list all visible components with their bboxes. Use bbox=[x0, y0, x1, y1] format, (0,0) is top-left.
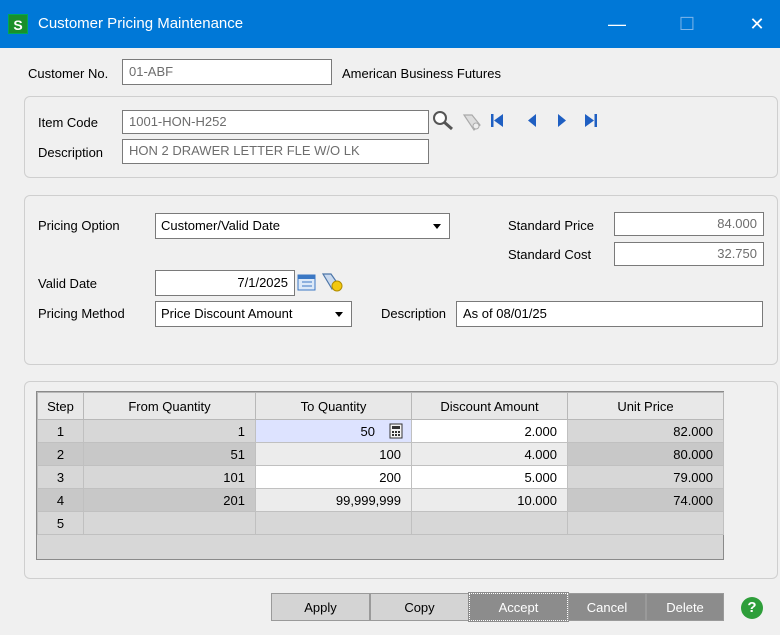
pricing-option-label: Pricing Option bbox=[38, 218, 120, 233]
table-row[interactable]: 3 101 200 5.000 79.000 bbox=[37, 465, 724, 489]
calendar-icon[interactable] bbox=[297, 272, 317, 292]
title-bar: S Customer Pricing Maintenance — ☐ ✕ bbox=[0, 0, 780, 48]
step-cell: 1 bbox=[37, 419, 84, 443]
valid-date-field[interactable]: 7/1/2025 bbox=[155, 270, 295, 296]
table-row[interactable]: 4 201 99,999,999 10.000 74.000 bbox=[37, 488, 724, 512]
lookup-alternate-icon[interactable] bbox=[460, 110, 484, 132]
to-quantity-value: 50 bbox=[360, 423, 375, 439]
step-cell: 3 bbox=[37, 465, 84, 489]
item-code-label: Item Code bbox=[38, 115, 98, 130]
unit-price-cell: 74.000 bbox=[567, 488, 724, 512]
discount-amount-cell[interactable]: 4.000 bbox=[411, 442, 568, 466]
pricing-description-field[interactable]: As of 08/01/25 bbox=[456, 301, 763, 327]
from-quantity-cell[interactable]: 201 bbox=[83, 488, 256, 512]
minimize-button[interactable]: — bbox=[594, 0, 640, 48]
unit-price-cell: 80.000 bbox=[567, 442, 724, 466]
window-title: Customer Pricing Maintenance bbox=[38, 15, 244, 32]
standard-price-field[interactable]: 84.000 bbox=[614, 212, 764, 236]
table-row[interactable]: 2 51 100 4.000 80.000 bbox=[37, 442, 724, 466]
column-header-from-quantity[interactable]: From Quantity bbox=[83, 392, 256, 420]
step-cell: 5 bbox=[37, 511, 84, 535]
discount-amount-cell[interactable]: 2.000 bbox=[411, 419, 568, 443]
column-header-discount-amount[interactable]: Discount Amount bbox=[411, 392, 568, 420]
pricing-method-value: Price Discount Amount bbox=[161, 306, 293, 321]
to-quantity-cell[interactable]: 99,999,999 bbox=[255, 488, 412, 512]
pricing-description-label: Description bbox=[381, 306, 447, 321]
unit-price-cell: 82.000 bbox=[567, 419, 724, 443]
last-record-icon[interactable] bbox=[584, 113, 598, 129]
from-quantity-cell[interactable]: 51 bbox=[83, 442, 256, 466]
to-quantity-cell[interactable]: 200 bbox=[255, 465, 412, 489]
cancel-button[interactable]: Cancel bbox=[568, 593, 646, 621]
pricing-option-dropdown[interactable]: Customer/Valid Date bbox=[155, 213, 450, 239]
apply-button[interactable]: Apply bbox=[271, 593, 370, 621]
table-row[interactable]: 5 bbox=[37, 511, 724, 535]
discount-amount-cell[interactable]: 10.000 bbox=[411, 488, 568, 512]
pricing-method-dropdown[interactable]: Price Discount Amount bbox=[155, 301, 352, 327]
pricing-grid: Step From Quantity To Quantity Discount … bbox=[37, 392, 724, 535]
step-cell: 4 bbox=[37, 488, 84, 512]
from-quantity-cell[interactable]: 1 bbox=[83, 419, 256, 443]
column-header-to-quantity[interactable]: To Quantity bbox=[255, 392, 412, 420]
item-description-label: Description bbox=[38, 145, 104, 160]
close-button[interactable]: ✕ bbox=[734, 0, 780, 48]
customer-no-field[interactable]: 01-ABF bbox=[122, 59, 332, 85]
pricing-method-label: Pricing Method bbox=[38, 306, 125, 321]
customer-name: American Business Futures bbox=[342, 66, 501, 81]
discount-amount-cell[interactable] bbox=[411, 511, 568, 535]
standard-cost-label: Standard Cost bbox=[508, 247, 592, 262]
lookup-search-icon[interactable] bbox=[432, 110, 456, 132]
pricing-option-value: Customer/Valid Date bbox=[161, 218, 280, 233]
column-header-unit-price[interactable]: Unit Price bbox=[567, 392, 724, 420]
customer-no-label: Customer No. bbox=[28, 66, 109, 81]
calculator-icon[interactable] bbox=[389, 423, 403, 439]
standard-price-label: Standard Price bbox=[508, 218, 594, 233]
next-record-icon[interactable] bbox=[556, 113, 568, 129]
chevron-down-icon bbox=[335, 312, 343, 317]
maximize-button[interactable]: ☐ bbox=[664, 0, 710, 48]
unit-price-cell: 79.000 bbox=[567, 465, 724, 489]
from-quantity-cell[interactable] bbox=[83, 511, 256, 535]
to-quantity-cell[interactable]: 100 bbox=[255, 442, 412, 466]
item-code-field[interactable]: 1001-HON-H252 bbox=[122, 110, 429, 134]
to-quantity-cell[interactable] bbox=[255, 511, 412, 535]
item-description-field[interactable]: HON 2 DRAWER LETTER FLE W/O LK bbox=[122, 139, 429, 164]
help-icon[interactable]: ? bbox=[741, 597, 763, 619]
accept-button[interactable]: Accept bbox=[468, 592, 569, 622]
from-quantity-cell[interactable]: 101 bbox=[83, 465, 256, 489]
valid-date-label: Valid Date bbox=[38, 276, 98, 291]
app-icon: S bbox=[8, 14, 28, 34]
previous-record-icon[interactable] bbox=[526, 113, 538, 129]
unit-price-cell bbox=[567, 511, 724, 535]
chevron-down-icon bbox=[433, 224, 441, 229]
first-record-icon[interactable] bbox=[490, 113, 504, 129]
column-header-step[interactable]: Step bbox=[37, 392, 84, 420]
grid-header-row: Step From Quantity To Quantity Discount … bbox=[37, 392, 724, 420]
copy-button[interactable]: Copy bbox=[370, 593, 469, 621]
delete-button[interactable]: Delete bbox=[646, 593, 724, 621]
step-cell: 2 bbox=[37, 442, 84, 466]
item-panel bbox=[24, 96, 778, 178]
date-lookup-icon[interactable] bbox=[320, 270, 346, 294]
discount-amount-cell[interactable]: 5.000 bbox=[411, 465, 568, 489]
standard-cost-field[interactable]: 32.750 bbox=[614, 242, 764, 266]
table-row[interactable]: 1 1 50 2.000 82.000 bbox=[37, 419, 724, 443]
to-quantity-cell[interactable]: 50 bbox=[255, 419, 412, 443]
